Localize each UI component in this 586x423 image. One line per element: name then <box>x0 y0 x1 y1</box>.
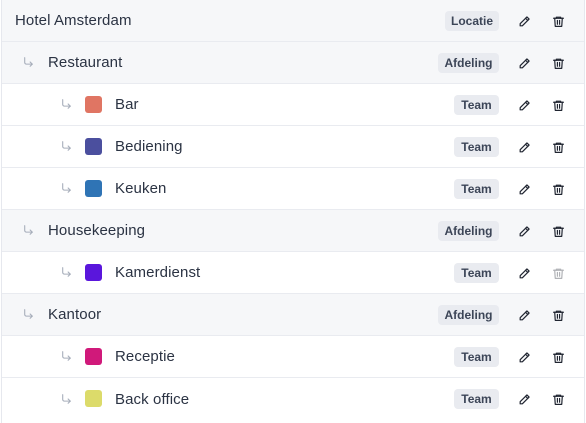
pencil-icon[interactable] <box>514 179 534 199</box>
row-name: Bar <box>115 96 139 113</box>
row-name: Housekeeping <box>48 222 146 239</box>
corner-down-right-icon <box>22 294 35 335</box>
corner-down-right-icon <box>22 42 35 83</box>
tree-row[interactable]: Kantoor Afdeling <box>2 294 584 336</box>
type-badge: Team <box>454 137 499 157</box>
row-name: Receptie <box>115 348 176 365</box>
pencil-icon[interactable] <box>514 53 534 73</box>
organization-tree: Hotel Amsterdam Locatie Restaurant Afdeling… <box>1 0 585 423</box>
corner-down-right-icon <box>60 126 73 167</box>
tree-row[interactable]: Bediening Team <box>2 126 584 168</box>
team-color-swatch <box>85 180 102 197</box>
tree-row[interactable]: Back office Team <box>2 378 584 420</box>
type-badge: Team <box>454 179 499 199</box>
tree-row[interactable]: Bar Team <box>2 84 584 126</box>
pencil-icon[interactable] <box>514 389 534 409</box>
team-color-swatch <box>85 390 102 407</box>
team-color-swatch <box>85 138 102 155</box>
team-color-swatch <box>85 96 102 113</box>
pencil-icon[interactable] <box>514 11 534 31</box>
trash-icon[interactable] <box>548 179 568 199</box>
corner-down-right-icon <box>60 168 73 209</box>
tree-row[interactable]: Restaurant Afdeling <box>2 42 584 84</box>
type-badge: Team <box>454 263 499 283</box>
trash-icon[interactable] <box>548 305 568 325</box>
type-badge: Afdeling <box>438 221 499 241</box>
corner-down-right-icon <box>60 252 73 293</box>
trash-icon[interactable] <box>548 11 568 31</box>
corner-down-right-icon <box>22 210 35 251</box>
tree-row[interactable]: Hotel Amsterdam Locatie <box>2 0 584 42</box>
trash-icon[interactable] <box>548 221 568 241</box>
row-name: Bediening <box>115 138 183 155</box>
team-color-swatch <box>85 348 102 365</box>
team-color-swatch <box>85 264 102 281</box>
pencil-icon[interactable] <box>514 95 534 115</box>
tree-row[interactable]: Receptie Team <box>2 336 584 378</box>
pencil-icon[interactable] <box>514 263 534 283</box>
row-name: Kamerdienst <box>115 264 201 281</box>
trash-icon <box>548 263 568 283</box>
pencil-icon[interactable] <box>514 221 534 241</box>
row-name: Restaurant <box>48 54 123 71</box>
pencil-icon[interactable] <box>514 305 534 325</box>
type-badge: Afdeling <box>438 53 499 73</box>
type-badge: Team <box>454 95 499 115</box>
row-name: Keuken <box>115 180 167 197</box>
tree-row[interactable]: Keuken Team <box>2 168 584 210</box>
trash-icon[interactable] <box>548 53 568 73</box>
type-badge: Locatie <box>445 11 499 31</box>
tree-row[interactable]: Kamerdienst Team <box>2 252 584 294</box>
trash-icon[interactable] <box>548 137 568 157</box>
row-name: Kantoor <box>48 306 102 323</box>
corner-down-right-icon <box>60 336 73 377</box>
pencil-icon[interactable] <box>514 137 534 157</box>
corner-down-right-icon <box>60 378 73 420</box>
type-badge: Team <box>454 347 499 367</box>
pencil-icon[interactable] <box>514 347 534 367</box>
tree-row[interactable]: Housekeeping Afdeling <box>2 210 584 252</box>
type-badge: Afdeling <box>438 305 499 325</box>
row-name: Back office <box>115 390 190 408</box>
trash-icon[interactable] <box>548 389 568 409</box>
trash-icon[interactable] <box>548 347 568 367</box>
type-badge: Team <box>454 389 499 409</box>
trash-icon[interactable] <box>548 95 568 115</box>
row-name: Hotel Amsterdam <box>15 12 132 29</box>
corner-down-right-icon <box>60 84 73 125</box>
